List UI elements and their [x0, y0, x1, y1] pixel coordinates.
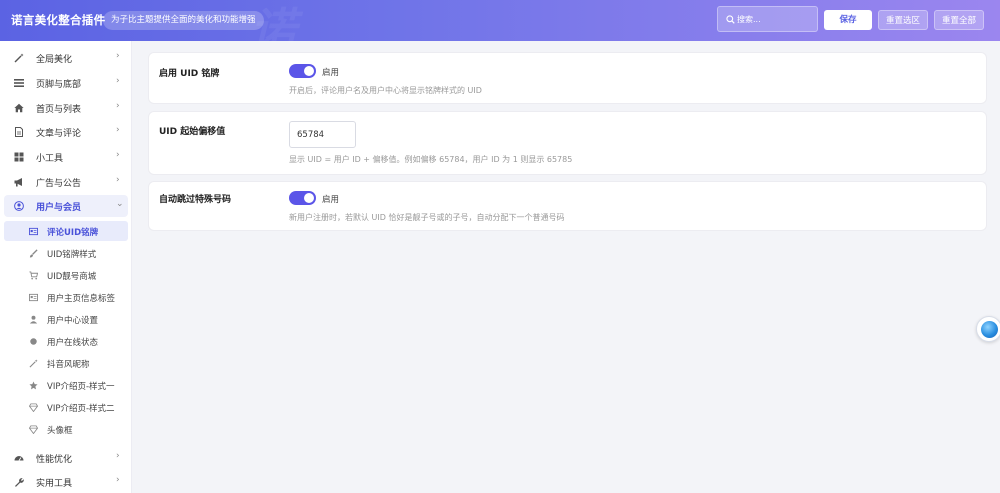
sub-item-uid-shop[interactable]: UID靓号商城 — [4, 265, 128, 285]
chevron-right-icon: › — [116, 150, 120, 160]
chevron-down-icon: ⌄ — [116, 199, 124, 209]
sub-item-profile-tags[interactable]: 用户主页信息标签 — [4, 287, 128, 307]
user-circle-icon — [14, 201, 24, 211]
sidebar-item-label: 全局美化 — [36, 55, 73, 65]
megaphone-icon — [14, 178, 22, 187]
top-header: 诺 诺言美化整合插件 为子比主题提供全面的美化和功能增强 保存 重置选区 重置全… — [0, 0, 1000, 57]
dashboard-icon — [14, 456, 24, 461]
sub-item-online-status[interactable]: 用户在线状态 — [4, 331, 128, 351]
sidebar-item-label: 用户与会员 — [36, 203, 82, 213]
toggle-label: 启用 — [322, 195, 340, 205]
sidebar-item-widgets[interactable]: 小工具 › — [4, 146, 128, 168]
sub-item-uid-badge-style[interactable]: UID铭牌样式 — [4, 243, 128, 263]
skip-special-toggle[interactable] — [289, 191, 316, 205]
sub-item-label: 用户主页信息标签 — [47, 294, 116, 304]
chevron-right-icon: › — [116, 451, 120, 461]
sidebar-item-global-beautify[interactable]: 全局美化 › — [4, 47, 128, 69]
home-icon — [14, 103, 24, 113]
setting-title: 启用 UID 铭牌 — [159, 69, 220, 79]
toggle-label: 启用 — [322, 68, 340, 78]
sub-item-label: VIP介绍页-样式一 — [47, 382, 115, 392]
search-input[interactable] — [737, 7, 815, 31]
header-watermark: 诺 — [250, 3, 296, 57]
sidebar-item-label: 小工具 — [36, 154, 64, 164]
sub-item-label: 头像框 — [47, 426, 73, 436]
id-card-icon — [29, 293, 38, 302]
magic-wand-icon — [14, 53, 24, 63]
sub-item-vip-page-style-1[interactable]: VIP介绍页-样式一 — [4, 375, 128, 395]
sidebar-item-utilities[interactable]: 实用工具 › — [4, 471, 128, 493]
cart-icon — [29, 271, 38, 280]
star-icon — [29, 381, 38, 390]
search-icon — [726, 15, 735, 24]
sidebar-item-label: 首页与列表 — [36, 105, 82, 115]
sub-item-avatar-frame[interactable]: 头像框 — [4, 419, 128, 439]
assistant-orb-icon — [981, 321, 998, 338]
dot-icon — [30, 338, 37, 345]
chevron-right-icon: › — [116, 51, 120, 61]
sub-item-label: 评论UID铭牌 — [47, 228, 99, 238]
sidebar-item-label: 实用工具 — [36, 479, 73, 489]
sidebar-item-label: 文章与评论 — [36, 129, 82, 139]
chevron-right-icon: › — [116, 76, 120, 86]
sub-item-user-center-settings[interactable]: 用户中心设置 — [4, 309, 128, 329]
chevron-right-icon: › — [116, 101, 120, 111]
sub-item-label: UID铭牌样式 — [47, 250, 97, 260]
grid-icon — [14, 152, 24, 162]
setting-title: 自动跳过特殊号码 — [159, 195, 232, 205]
sidebar-item-performance[interactable]: 性能优化 › — [4, 447, 128, 469]
sub-item-comment-uid-badge[interactable]: 评论UID铭牌 — [4, 221, 128, 241]
document-icon — [15, 127, 23, 137]
uid-offset-input[interactable] — [289, 121, 356, 148]
sub-item-label: 用户中心设置 — [47, 316, 99, 326]
enable-uid-toggle[interactable] — [289, 64, 316, 78]
menu-lines-icon — [14, 79, 24, 87]
sidebar-item-footer[interactable]: 页脚与底部 › — [4, 72, 128, 94]
setting-title: UID 起始偏移值 — [159, 127, 226, 137]
reset-all-button[interactable]: 重置全部 — [934, 10, 984, 30]
reset-selection-button[interactable]: 重置选区 — [878, 10, 928, 30]
sidebar-item-articles-comments[interactable]: 文章与评论 › — [4, 121, 128, 143]
setting-description: 显示 UID = 用户 ID + 偏移值。例如偏移 65784，用户 ID 为 … — [289, 155, 573, 164]
sub-item-douyin-nickname[interactable]: 抖音风昵称 — [4, 353, 128, 373]
sidebar-item-label: 页脚与底部 — [36, 80, 82, 90]
diamond-icon — [29, 425, 38, 434]
chevron-right-icon: › — [116, 475, 120, 485]
sidebar-item-home-list[interactable]: 首页与列表 › — [4, 97, 128, 119]
sidebar-item-ads-notices[interactable]: 广告与公告 › — [4, 171, 128, 193]
plugin-tagline-pill: 为子比主题提供全面的美化和功能增强 — [103, 11, 264, 30]
setting-card-uid-offset: UID 起始偏移值 显示 UID = 用户 ID + 偏移值。例如偏移 6578… — [148, 111, 987, 175]
setting-description: 开启后，评论用户名及用户中心将显示铭牌样式的 UID — [289, 86, 482, 95]
save-button[interactable]: 保存 — [824, 10, 872, 30]
sidebar: 全局美化 › 页脚与底部 › 首页与列表 › 文章与评论 › 小工具 › 广告与… — [0, 41, 132, 493]
chevron-right-icon: › — [116, 175, 120, 185]
sub-item-label: 用户在线状态 — [47, 338, 99, 348]
plugin-brand-title: 诺言美化整合插件 — [11, 13, 106, 27]
sub-item-label: 抖音风昵称 — [47, 360, 90, 370]
chevron-right-icon: › — [116, 125, 120, 135]
setting-description: 新用户注册时，若默认 UID 恰好是靓子号或的子号，自动分配下一个普通号码 — [289, 213, 565, 222]
magic-wand-icon — [29, 359, 38, 368]
diamond-icon — [29, 403, 38, 412]
toggle-knob — [304, 66, 314, 76]
sub-item-vip-page-style-2[interactable]: VIP介绍页-样式二 — [4, 397, 128, 417]
sub-item-label: UID靓号商城 — [47, 272, 97, 282]
brush-icon — [29, 249, 38, 258]
sidebar-item-label: 性能优化 — [36, 455, 73, 465]
floating-assistant-button[interactable] — [976, 316, 1000, 342]
user-icon — [29, 315, 38, 324]
id-card-icon — [29, 227, 38, 236]
setting-card-skip-special: 自动跳过特殊号码 启用 新用户注册时，若默认 UID 恰好是靓子号或的子号，自动… — [148, 181, 987, 231]
sidebar-item-label: 广告与公告 — [36, 179, 82, 189]
sidebar-item-users-members[interactable]: 用户与会员 ⌄ — [4, 195, 128, 217]
toggle-knob — [304, 193, 314, 203]
setting-card-enable-uid: 启用 UID 铭牌 启用 开启后，评论用户名及用户中心将显示铭牌样式的 UID — [148, 52, 987, 104]
search-box[interactable] — [717, 6, 818, 32]
sub-item-label: VIP介绍页-样式二 — [47, 404, 115, 414]
wrench-icon — [15, 478, 24, 487]
